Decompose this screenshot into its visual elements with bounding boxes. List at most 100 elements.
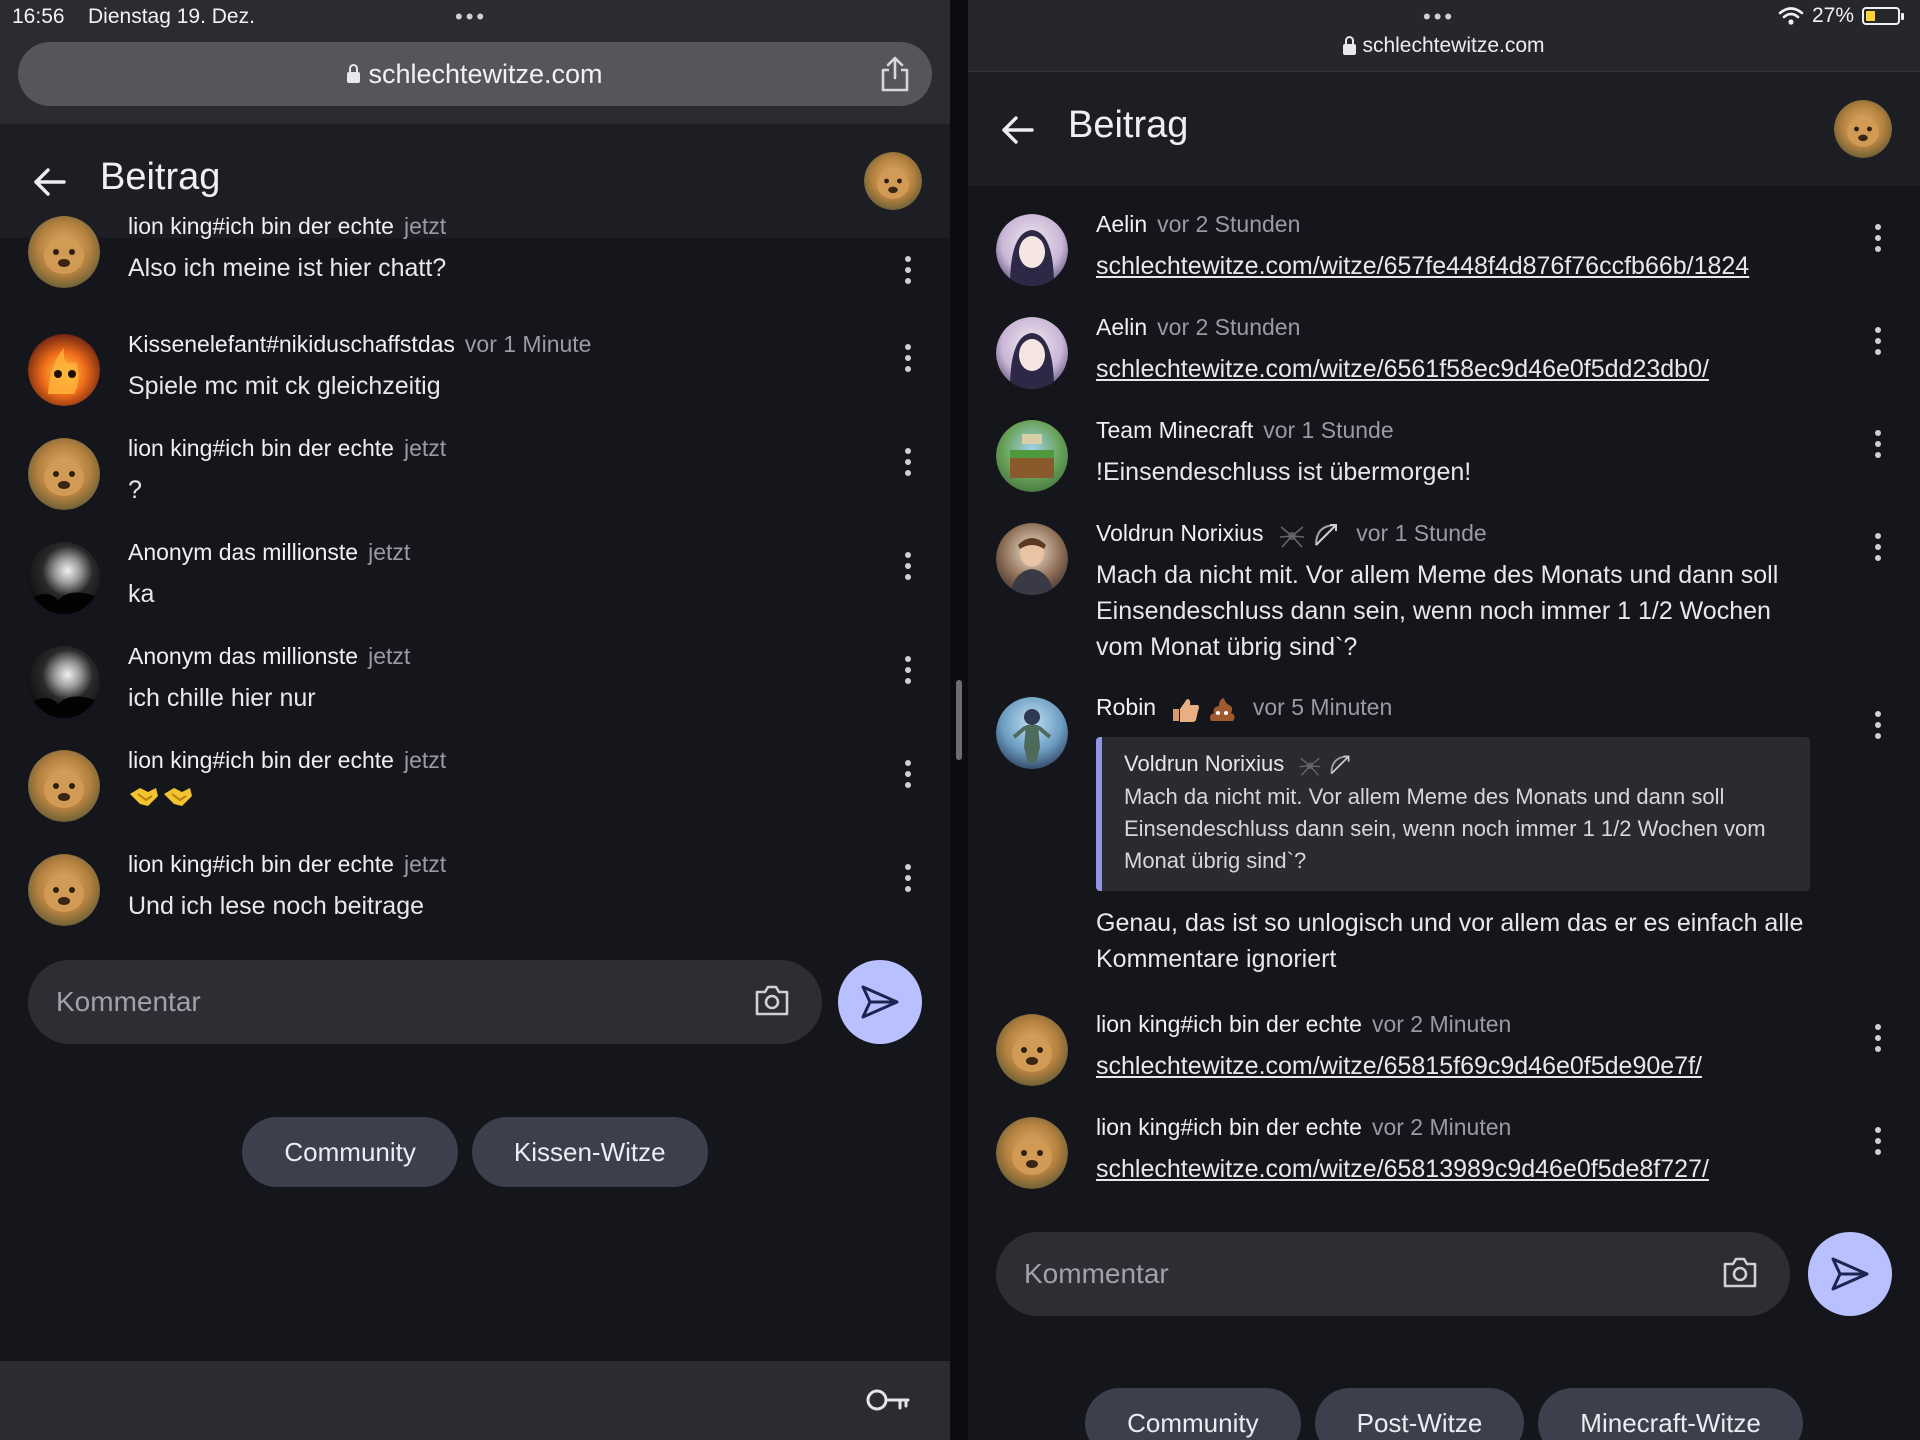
comment-author[interactable]: lion king#ich bin der echte: [128, 435, 394, 461]
comment-time: vor 1 Stunde: [1356, 520, 1487, 546]
comment-author[interactable]: lion king#ich bin der echte: [128, 213, 394, 239]
more-options-icon[interactable]: [904, 448, 912, 478]
user-avatar[interactable]: [1834, 100, 1892, 158]
key-icon[interactable]: [866, 1387, 910, 1413]
more-options-icon[interactable]: [1874, 1127, 1882, 1157]
comment-time: vor 1 Stunde: [1263, 417, 1394, 443]
user-avatar[interactable]: [864, 152, 922, 210]
anime-avatar[interactable]: [996, 214, 1068, 286]
chip-kissen-witze[interactable]: Kissen-Witze: [471, 1117, 708, 1187]
split-view-handle[interactable]: [956, 680, 962, 760]
send-button[interactable]: [838, 960, 922, 1044]
back-arrow-icon[interactable]: [30, 162, 70, 202]
comment-link[interactable]: schlechtewitze.com/witze/6561f58ec9d46e0…: [1096, 351, 1840, 387]
comment-author[interactable]: Team Minecraft: [1096, 417, 1253, 443]
handshake-emoji-icon: [130, 788, 192, 806]
lion-avatar[interactable]: [28, 438, 100, 510]
more-options-icon[interactable]: [1874, 224, 1882, 254]
poop-icon: [1209, 697, 1235, 721]
share-icon[interactable]: [880, 56, 910, 92]
moon-avatar[interactable]: [28, 542, 100, 614]
thumbs-up-icon: [1172, 698, 1199, 722]
more-options-icon[interactable]: [904, 656, 912, 686]
category-chips: Community Post-Witze Minecraft-Witze: [968, 1388, 1920, 1440]
comment-text: Und ich lese noch beitrage: [128, 892, 425, 920]
spider-icon: [1279, 526, 1304, 548]
send-button[interactable]: [1808, 1232, 1892, 1316]
status-indicators: 27%: [1778, 4, 1904, 28]
comment-text: ?: [128, 476, 142, 504]
camera-icon[interactable]: [753, 982, 791, 1020]
comment-link[interactable]: schlechtewitze.com/witze/657fe448f4d876f…: [1096, 248, 1840, 284]
comment-text: !Einsendeschluss ist übermorgen!: [1096, 458, 1472, 486]
back-arrow-icon[interactable]: [998, 110, 1038, 150]
comment-time: jetzt: [403, 747, 447, 773]
more-options-icon[interactable]: [1874, 533, 1882, 563]
camera-icon[interactable]: [1721, 1254, 1759, 1292]
more-options-icon[interactable]: [904, 864, 912, 894]
comment-link[interactable]: schlechtewitze.com/witze/65815f69c9d46e0…: [1096, 1048, 1840, 1084]
comment-author[interactable]: lion king#ich bin der echte: [1096, 1114, 1362, 1140]
character-avatar[interactable]: [996, 697, 1068, 769]
anime-avatar[interactable]: [996, 317, 1068, 389]
more-options-icon[interactable]: [904, 256, 912, 286]
status-date: Dienstag 19. Dez.: [88, 5, 255, 28]
comment-author[interactable]: Aelin: [1096, 314, 1147, 340]
more-options-icon[interactable]: [904, 344, 912, 374]
comment-author[interactable]: Voldrun Norixius: [1096, 520, 1263, 546]
address-bar[interactable]: schlechtewitze.com: [18, 42, 932, 106]
app-bar: Beitrag: [968, 72, 1920, 186]
comment-input[interactable]: [1024, 1232, 1580, 1316]
category-chips: Community Kissen-Witze: [0, 1117, 950, 1187]
comment-input-row: [996, 1232, 1892, 1316]
comment-author[interactable]: Kissenelefant#nikiduschaffstdas: [128, 331, 455, 357]
more-options-icon[interactable]: [904, 552, 912, 582]
chip-community[interactable]: Community: [1085, 1388, 1301, 1440]
more-options-icon[interactable]: [1874, 1024, 1882, 1054]
comment-time: jetzt: [368, 539, 411, 565]
more-options-icon[interactable]: [1874, 327, 1882, 357]
right-pane: ••• 27% schlechtewitze.com Beitrag Aelin…: [968, 0, 1920, 1440]
fire-avatar[interactable]: [28, 334, 100, 406]
comment-link[interactable]: schlechtewitze.com/witze/65813989c9d46e0…: [1096, 1151, 1840, 1187]
lion-avatar[interactable]: [996, 1014, 1068, 1086]
lion-avatar[interactable]: [28, 854, 100, 926]
quoted-comment[interactable]: Voldrun Norixius Mach da nicht mit. Vor …: [1096, 737, 1810, 891]
minecraft-avatar[interactable]: [996, 420, 1068, 492]
status-bar: 16:56 Dienstag 19. Dez. •••: [0, 0, 950, 34]
comment-time: vor 1 Minute: [464, 331, 592, 357]
more-options-icon[interactable]: [904, 760, 912, 790]
more-options-icon[interactable]: [1874, 711, 1882, 741]
chip-minecraft-witze[interactable]: Minecraft-Witze: [1538, 1388, 1803, 1440]
comment-author[interactable]: lion king#ich bin der echte: [128, 747, 394, 773]
more-options-icon[interactable]: [1874, 430, 1882, 460]
browser-toolbar: ••• 27% schlechtewitze.com: [968, 0, 1920, 72]
lion-avatar[interactable]: [28, 750, 100, 822]
comment-author[interactable]: Aelin: [1096, 211, 1147, 237]
comment-item: lion king#ich bin der echte jetzt: [0, 742, 950, 846]
split-view-divider[interactable]: [950, 0, 968, 1440]
comment-author[interactable]: Anonym das millionste: [128, 643, 358, 669]
quote-text: Mach da nicht mit. Vor allem Meme des Mo…: [1124, 784, 1766, 873]
chip-community[interactable]: Community: [242, 1117, 458, 1187]
multitasking-dots-icon[interactable]: •••: [1423, 4, 1455, 30]
comment-time: jetzt: [403, 435, 447, 461]
comment-input[interactable]: [56, 960, 612, 1044]
address-bar[interactable]: schlechtewitze.com: [968, 34, 1920, 58]
comment-item: Anonym das millionste jetzt ich chille hi…: [0, 638, 950, 742]
comment-item: lion king#ich bin der echte jetzt Und ich…: [0, 846, 950, 950]
chip-post-witze[interactable]: Post-Witze: [1314, 1388, 1525, 1440]
address-url: schlechtewitze.com: [368, 58, 603, 89]
comment-author[interactable]: Anonym das millionste: [128, 539, 358, 565]
comment-input-box[interactable]: [28, 960, 822, 1044]
comment-author[interactable]: lion king#ich bin der echte: [128, 851, 394, 877]
portrait-avatar[interactable]: [996, 523, 1068, 595]
comment-author[interactable]: Robin: [1096, 694, 1156, 720]
wifi-icon: [1778, 7, 1804, 25]
lion-avatar[interactable]: [996, 1117, 1068, 1189]
multitasking-dots-icon[interactable]: •••: [455, 4, 487, 30]
comment-input-box[interactable]: [996, 1232, 1790, 1316]
comment-author[interactable]: lion king#ich bin der echte: [1096, 1011, 1362, 1037]
lion-avatar[interactable]: [28, 216, 100, 288]
moon-avatar[interactable]: [28, 646, 100, 718]
